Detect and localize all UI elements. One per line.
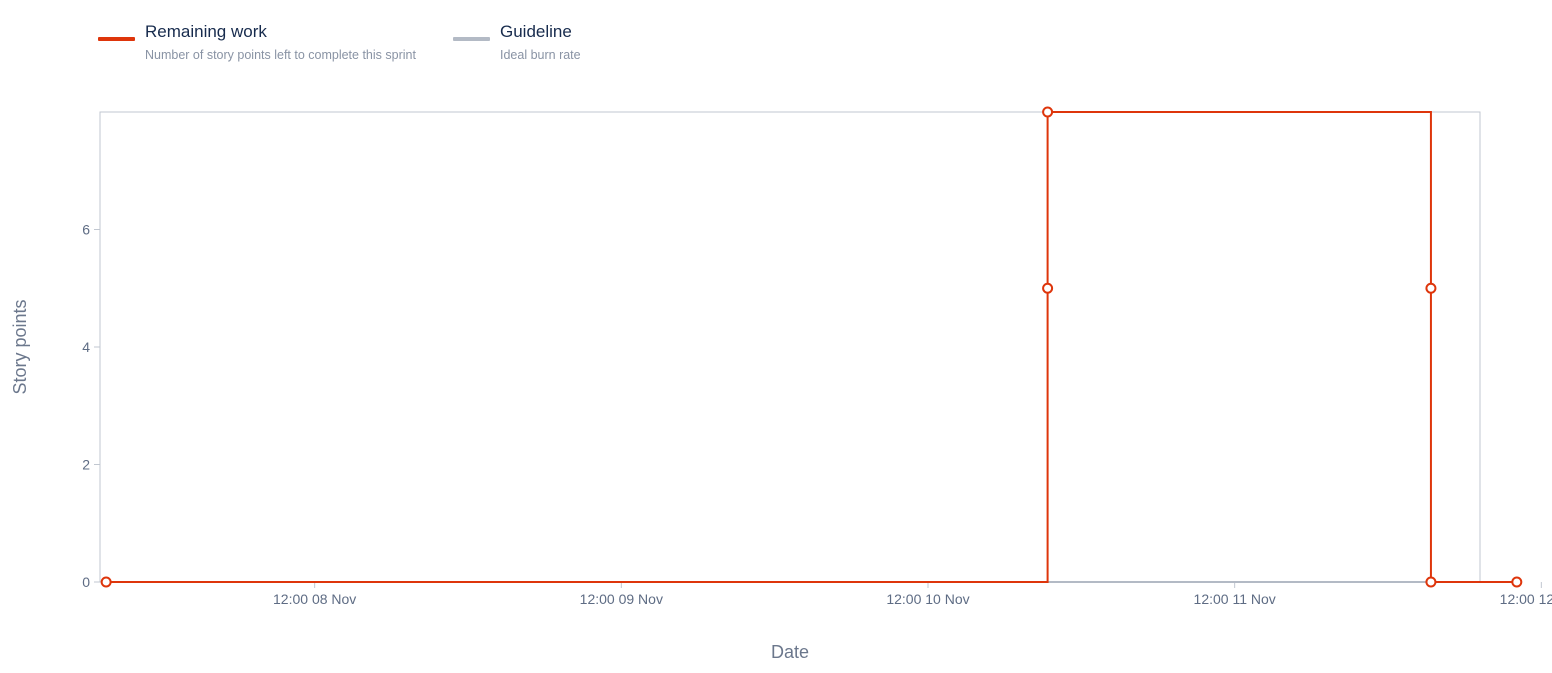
x-axis-title: Date xyxy=(771,642,809,662)
remaining-work-data-point[interactable] xyxy=(1042,282,1054,294)
y-axis-ticks: 0 2 4 6 xyxy=(82,222,100,590)
x-axis-ticks: 12:00 08 Nov 12:00 09 Nov 12:00 10 Nov 12:0… xyxy=(273,582,1552,607)
y-tick-label: 2 xyxy=(82,457,90,473)
x-tick-label: 12:00 10 Nov xyxy=(886,591,969,607)
y-tick-label: 4 xyxy=(82,339,90,355)
remaining-work-series-line xyxy=(106,111,1517,583)
remaining-work-data-point[interactable] xyxy=(1042,106,1054,118)
remaining-work-data-point[interactable] xyxy=(100,576,112,588)
x-tick-label: 12:00 09 Nov xyxy=(580,591,663,607)
y-axis-title: Story points xyxy=(10,299,30,394)
series-layer xyxy=(100,106,1523,588)
y-tick-label: 6 xyxy=(82,222,90,238)
x-tick-label: 12:00 08 Nov xyxy=(273,591,356,607)
x-tick-label: 12:00 11 Nov xyxy=(1194,591,1276,607)
remaining-work-data-point[interactable] xyxy=(1425,282,1437,294)
x-tick-label: 12:00 12 Nov xyxy=(1500,591,1552,607)
remaining-work-data-point[interactable] xyxy=(1511,576,1523,588)
y-tick-label: 0 xyxy=(82,574,90,590)
burndown-chart: Date Story points 0246 12:00 08 Nov 12:00… xyxy=(10,106,1552,662)
plot-area-frame xyxy=(99,111,1481,583)
remaining-work-data-point[interactable] xyxy=(1425,576,1437,588)
